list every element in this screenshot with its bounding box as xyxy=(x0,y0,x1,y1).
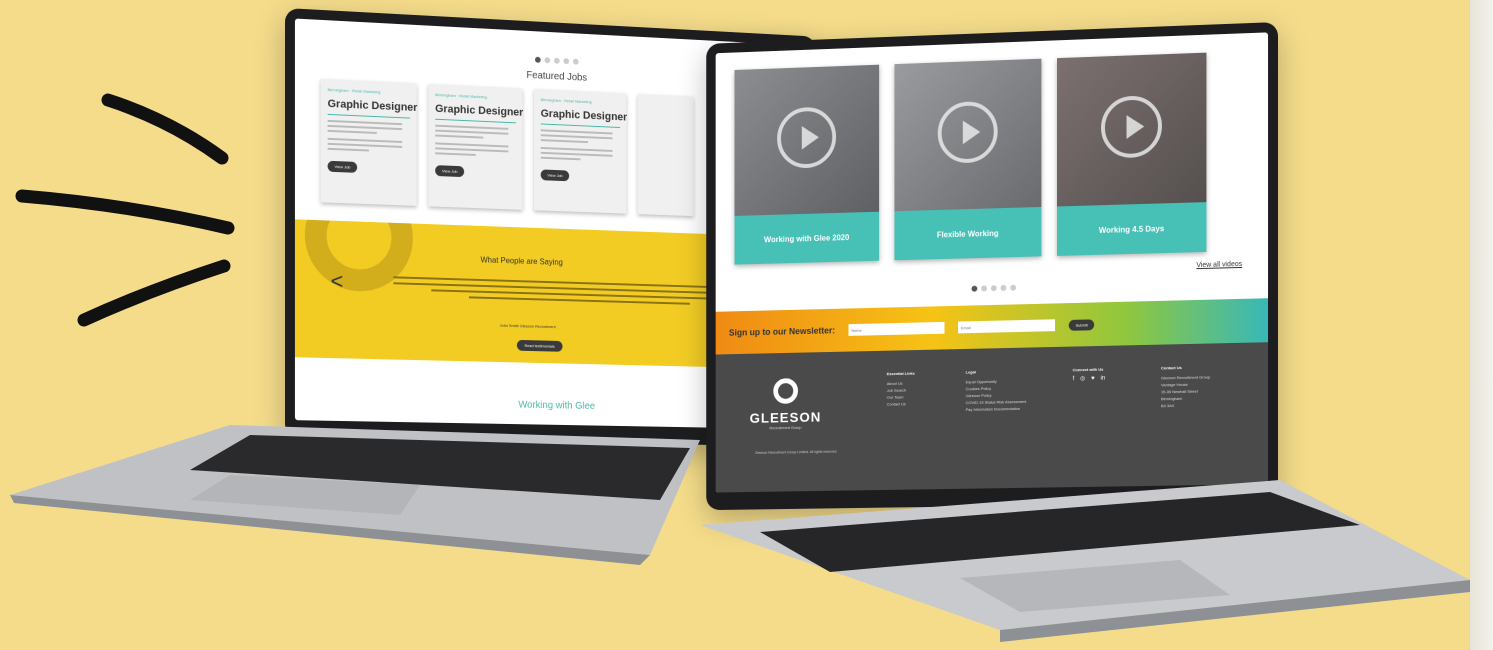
laptop-right-keyboard-deck xyxy=(700,480,1470,642)
